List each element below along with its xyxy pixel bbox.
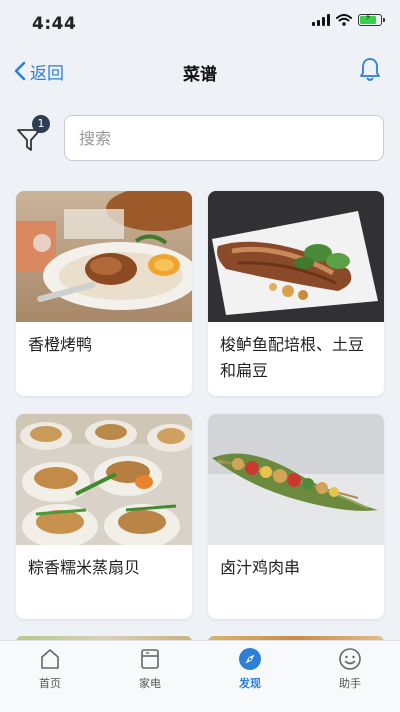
back-button[interactable]: 返回 — [14, 56, 64, 86]
recipe-title: 梭鲈鱼配培根、土豆和扁豆 — [220, 335, 365, 380]
recipe-card[interactable]: 香橙烤鸭 — [16, 191, 192, 396]
recipe-title: 卤汁鸡肉串 — [220, 558, 301, 577]
recipe-card[interactable]: 梭鲈鱼配培根、土豆和扁豆 — [208, 191, 384, 396]
bell-icon[interactable] — [358, 56, 382, 84]
tab-home[interactable]: 首页 — [10, 647, 90, 697]
wifi-icon — [336, 14, 352, 26]
filter-count-badge: 1 — [32, 115, 50, 133]
battery-icon — [358, 13, 385, 26]
signal-icon — [312, 14, 330, 26]
roast-duck-orange-photo — [16, 191, 192, 322]
tab-discover[interactable]: 发现 — [210, 647, 290, 697]
recipe-title: 香橙烤鸭 — [28, 335, 93, 354]
tab-label: 助手 — [339, 677, 361, 690]
chicken-skewer-photo — [208, 414, 384, 545]
nav-bar: 返回 菜谱 — [0, 48, 400, 94]
tab-label: 发现 — [239, 677, 261, 690]
filter-button[interactable]: 1 — [16, 115, 56, 158]
recipe-grid: 香橙烤鸭 梭鲈鱼配培根、土豆和扁豆 粽香糯米蒸扇贝 卤汁鸡肉串 — [16, 191, 384, 619]
compass-icon — [239, 648, 261, 670]
tab-appliances[interactable]: 家电 — [110, 647, 190, 697]
steamed-scallops-photo — [16, 414, 192, 545]
back-label: 返回 — [30, 63, 64, 84]
home-icon — [41, 649, 59, 669]
smiley-icon — [339, 648, 361, 670]
tab-label: 首页 — [39, 677, 61, 690]
recipe-card[interactable]: 粽香糯米蒸扇贝 — [16, 414, 192, 619]
search-input[interactable] — [64, 115, 384, 161]
appliance-icon — [141, 649, 159, 669]
chevron-left-icon — [14, 61, 26, 81]
tab-assistant[interactable]: 助手 — [310, 647, 390, 697]
tab-label: 家电 — [139, 677, 161, 690]
recipe-title: 粽香糯米蒸扇贝 — [28, 558, 141, 577]
tab-bar: 首页 家电 发现 助手 — [0, 640, 400, 712]
recipe-card[interactable]: 卤汁鸡肉串 — [208, 414, 384, 619]
status-icons — [312, 13, 385, 26]
pike-perch-bacon-photo — [208, 191, 384, 322]
status-bar: 4:44 — [0, 0, 400, 48]
status-time: 4:44 — [32, 14, 77, 34]
